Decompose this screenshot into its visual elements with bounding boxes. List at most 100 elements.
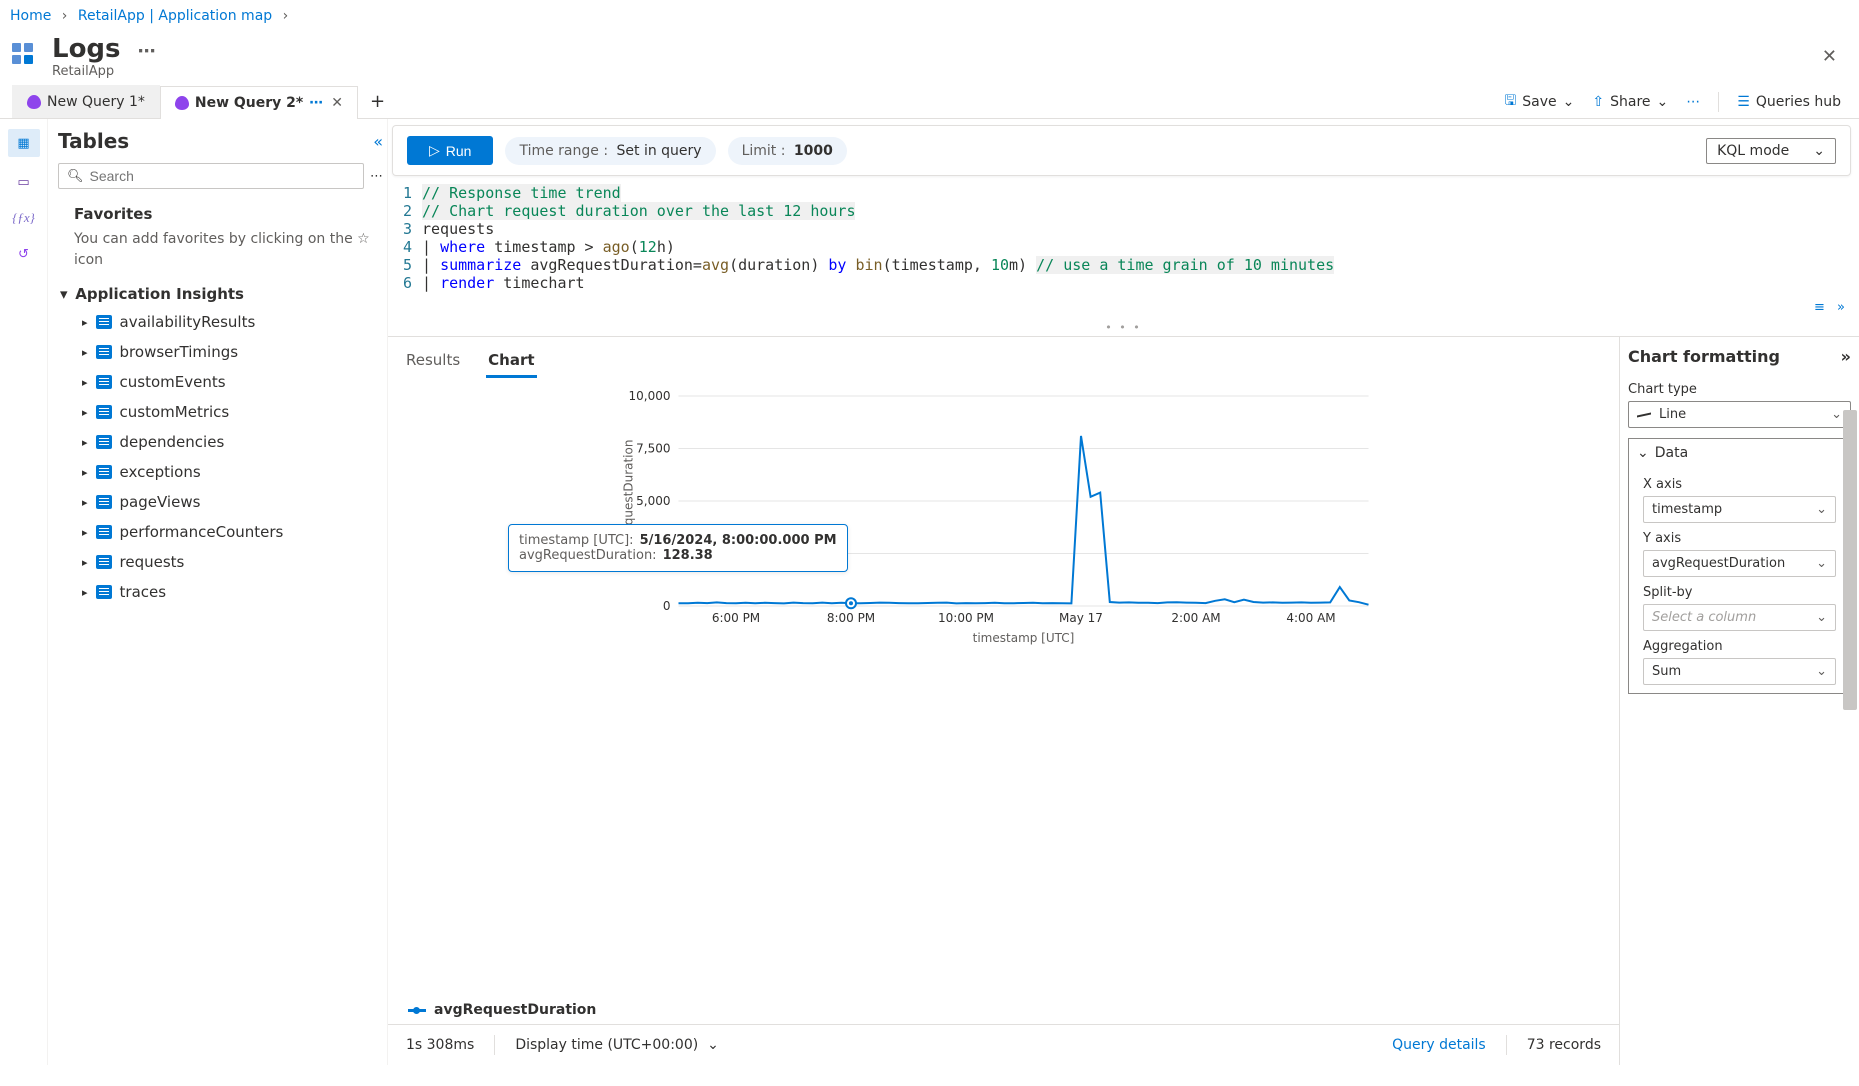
aggregation-label: Aggregation — [1643, 631, 1836, 658]
display-time-select[interactable]: Display time (UTC+00:00) ⌄ — [515, 1037, 719, 1053]
new-tab-button[interactable]: + — [358, 85, 397, 118]
run-button[interactable]: ▷ Run — [407, 136, 493, 165]
more-options-button[interactable]: ⋯ — [138, 41, 156, 62]
svg-text:4:00 AM: 4:00 AM — [1286, 611, 1335, 625]
xaxis-select[interactable]: timestamp⌄ — [1643, 496, 1836, 523]
table-icon — [96, 405, 112, 419]
caret-right-icon: ▸ — [82, 346, 88, 359]
toolbar-more-button[interactable]: ⋯ — [1686, 94, 1700, 110]
tree-item-label: requests — [120, 553, 185, 571]
tree-item[interactable]: ▸ pageViews — [58, 487, 383, 517]
aggregation-select[interactable]: Sum⌄ — [1643, 658, 1836, 685]
elapsed-time: 1s 308ms — [406, 1037, 474, 1053]
tree-item[interactable]: ▸ exceptions — [58, 457, 383, 487]
sidebar-title: Tables — [58, 129, 363, 153]
tree-item[interactable]: ▸requests — [58, 547, 383, 577]
format-icon[interactable]: ≡ — [1814, 300, 1825, 315]
tree-item[interactable]: ▸availabilityResults — [58, 307, 383, 337]
search-more-icon[interactable]: ⋯ — [370, 169, 383, 184]
close-button[interactable]: ✕ — [1812, 42, 1847, 71]
save-button[interactable]: 🖫 Save ⌄ — [1504, 90, 1574, 114]
search-input[interactable] — [90, 168, 355, 184]
svg-text:8:00 PM: 8:00 PM — [827, 611, 875, 625]
chart[interactable]: 02,5005,0007,50010,0006:00 PM8:00 PM10:0… — [398, 386, 1599, 646]
favorites-hint: You can add favorites by clicking on the… — [58, 227, 383, 281]
list-icon: ☰ — [1737, 94, 1750, 110]
chart-type-select[interactable]: Line ⌄ — [1628, 401, 1851, 428]
caret-down-icon: ▾ — [60, 285, 70, 303]
logs-app-icon — [12, 43, 40, 71]
scrollbar-thumb[interactable] — [1843, 410, 1857, 710]
svg-text:0: 0 — [663, 599, 671, 613]
breadcrumb-home[interactable]: Home — [10, 8, 51, 24]
tables-rail-icon[interactable]: ▦ — [8, 129, 40, 157]
queries-hub-button[interactable]: ☰ Queries hub — [1737, 94, 1841, 110]
svg-text:5,000: 5,000 — [636, 494, 670, 508]
svg-text:7,500: 7,500 — [636, 442, 670, 456]
tree-item-label: traces — [120, 583, 167, 601]
play-icon: ▷ — [429, 142, 440, 159]
tree-item[interactable]: ▸customEvents — [58, 367, 383, 397]
legend-swatch-icon — [408, 1009, 426, 1012]
chart-tab[interactable]: Chart — [486, 345, 536, 378]
tree-item[interactable]: ▸ dependencies — [58, 427, 383, 457]
xaxis-label: X axis — [1643, 469, 1836, 496]
tree-item-label: pageViews — [120, 493, 201, 511]
breadcrumb-item[interactable]: RetailApp | Application map — [78, 8, 272, 24]
tree-item-label: customMetrics — [120, 403, 230, 421]
tree-item-label: availabilityResults — [120, 313, 256, 331]
tree-item[interactable]: ▸browserTimings — [58, 337, 383, 367]
table-icon — [96, 435, 112, 449]
page-subtitle: RetailApp — [52, 64, 156, 79]
chevron-right-icon: › — [62, 8, 68, 24]
table-icon — [96, 465, 112, 479]
caret-right-icon: ▸ — [82, 586, 88, 599]
splitby-select[interactable]: Select a column⌄ — [1643, 604, 1836, 631]
tree-item[interactable]: ▸performanceCounters — [58, 517, 383, 547]
query-editor[interactable]: 1// Response time trend2// Chart request… — [388, 176, 1859, 296]
close-tab-icon[interactable]: ✕ — [331, 95, 343, 111]
splitby-label: Split-by — [1643, 577, 1836, 604]
yaxis-label: Y axis — [1643, 523, 1836, 550]
time-range-chip[interactable]: Time range : Set in query — [505, 137, 715, 165]
queries-rail-icon[interactable]: ▭ — [13, 171, 35, 193]
search-icon: 🔍︎ — [67, 169, 84, 184]
share-button[interactable]: ⇧ Share ⌄ — [1592, 94, 1668, 110]
expand-pane-icon[interactable]: » — [1841, 347, 1851, 366]
collapse-sidebar-icon[interactable]: « — [373, 132, 383, 151]
star-icon: ☆ — [357, 231, 370, 247]
functions-rail-icon[interactable]: {ƒx} — [13, 207, 35, 229]
svg-text:timestamp [UTC]: timestamp [UTC] — [973, 631, 1075, 645]
data-section-toggle[interactable]: ⌄ Data — [1629, 439, 1850, 467]
tree-item[interactable]: ▸customMetrics — [58, 397, 383, 427]
query-tab[interactable]: New Query 2* ⋯ ✕ — [160, 86, 358, 119]
query-tab[interactable]: New Query 1* — [12, 85, 160, 118]
mode-select[interactable]: KQL mode ⌄ — [1706, 138, 1836, 164]
svg-text:10:00 PM: 10:00 PM — [938, 611, 994, 625]
tree-item-label: performanceCounters — [120, 523, 284, 541]
chevron-down-icon: ⌄ — [1813, 143, 1825, 159]
record-count: 73 records — [1527, 1037, 1601, 1053]
tree-item-label: exceptions — [120, 463, 201, 481]
caret-right-icon: ▸ — [82, 496, 88, 509]
format-pane-title: Chart formatting — [1628, 347, 1780, 366]
tree-group[interactable]: ▾ Application Insights — [58, 281, 383, 307]
limit-chip[interactable]: Limit : 1000 — [728, 137, 847, 165]
table-icon — [96, 555, 112, 569]
caret-right-icon: ▸ — [82, 466, 88, 479]
chart-tooltip: timestamp [UTC]:5/16/2024, 8:00:00.000 P… — [508, 524, 848, 572]
resize-handle[interactable]: • • • — [388, 319, 1859, 336]
tree-item-label: dependencies — [120, 433, 225, 451]
expand-icon[interactable]: » — [1837, 300, 1845, 315]
chart-type-label: Chart type — [1628, 374, 1851, 401]
query-details-link[interactable]: Query details — [1392, 1037, 1486, 1053]
history-rail-icon[interactable]: ↺ — [13, 243, 35, 265]
tree-item[interactable]: ▸ traces — [58, 577, 383, 607]
tab-label: New Query 2* — [195, 95, 303, 111]
svg-text:2:00 AM: 2:00 AM — [1171, 611, 1220, 625]
tab-more-icon[interactable]: ⋯ — [309, 95, 323, 111]
caret-right-icon: ▸ — [82, 436, 88, 449]
results-tab[interactable]: Results — [404, 345, 462, 378]
yaxis-select[interactable]: avgRequestDuration⌄ — [1643, 550, 1836, 577]
table-icon — [96, 495, 112, 509]
